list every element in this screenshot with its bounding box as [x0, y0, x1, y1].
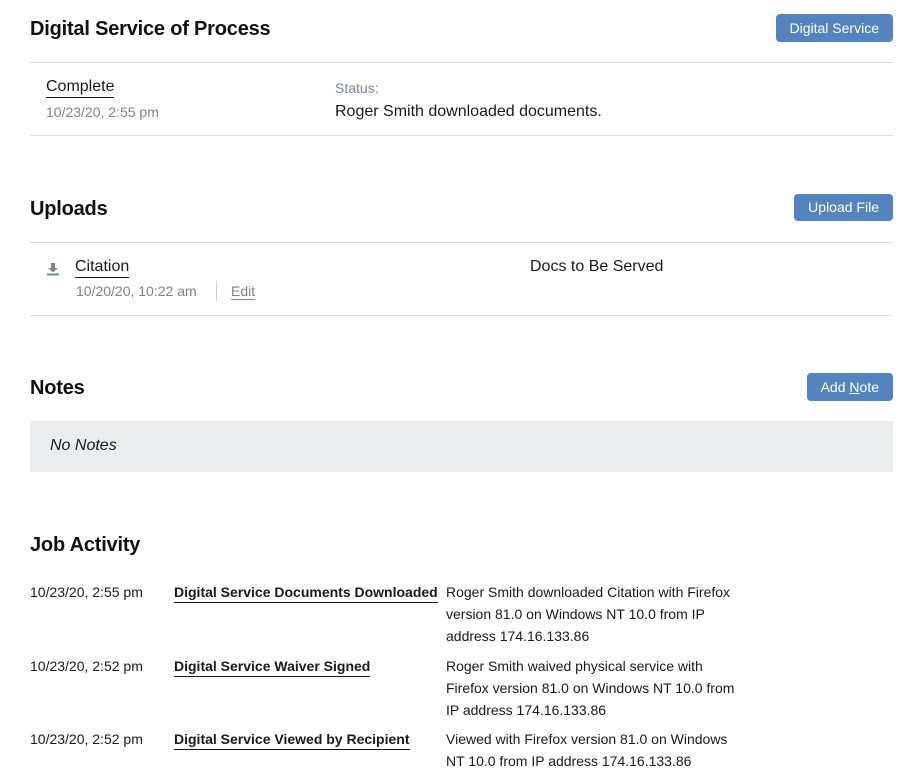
service-state-link[interactable]: Complete — [46, 78, 115, 98]
digital-service-button[interactable]: Digital Service — [775, 14, 893, 42]
add-note-label-suffix: ote — [859, 379, 879, 395]
notes-title: Notes — [30, 377, 85, 399]
job-activity-header: Job Activity — [30, 532, 893, 572]
upload-file-date: 10/20/20, 10:22 am — [76, 283, 197, 299]
vertical-divider — [216, 281, 217, 301]
divider — [30, 135, 893, 136]
notes-header: Notes Add Note — [30, 373, 893, 413]
job-activity-section: Job Activity 10/23/20, 2:55 pm Digital S… — [30, 532, 893, 769]
upload-file-type: Docs to Be Served — [530, 258, 664, 275]
digital-service-title: Digital Service of Process — [30, 18, 271, 40]
notes-empty-panel: No Notes — [30, 421, 893, 472]
uploads-header: Uploads Upload File — [30, 194, 893, 234]
uploads-title: Uploads — [30, 198, 108, 220]
activity-title-link[interactable]: Digital Service Viewed by Recipient — [174, 731, 410, 750]
status-label: Status: — [335, 80, 379, 96]
download-icon[interactable] — [46, 262, 60, 276]
activity-date: 10/23/20, 2:52 pm — [30, 731, 143, 747]
digital-service-section: Digital Service of Process Digital Servi… — [30, 14, 893, 136]
add-note-label-accesskey: N — [849, 379, 860, 395]
add-note-label-prefix: Add — [820, 379, 850, 395]
activity-date: 10/23/20, 2:55 pm — [30, 584, 143, 600]
status-value: Roger Smith downloaded documents. — [335, 103, 602, 120]
activity-title-link[interactable]: Digital Service Waiver Signed — [174, 658, 371, 677]
edit-upload-link[interactable]: Edit — [231, 283, 256, 300]
job-activity-title: Job Activity — [30, 534, 141, 556]
divider — [30, 242, 893, 243]
digital-service-header: Digital Service of Process Digital Servi… — [30, 14, 893, 54]
activity-description: Roger Smith waived physical service with… — [446, 658, 735, 718]
notes-section: Notes Add Note No Notes — [30, 373, 893, 472]
upload-file-link[interactable]: Citation — [75, 258, 130, 278]
uploads-section: Uploads Upload File Citation 10/20/20, 1… — [30, 194, 893, 316]
upload-file-button[interactable]: Upload File — [794, 194, 893, 221]
activity-description: Roger Smith downloaded Citation with Fir… — [446, 584, 731, 644]
service-state-date: 10/23/20, 2:55 pm — [46, 104, 159, 120]
activity-title-link[interactable]: Digital Service Documents Downloaded — [174, 584, 438, 603]
add-note-button[interactable]: Add Note — [806, 373, 893, 401]
no-notes-text: No Notes — [50, 437, 117, 454]
digital-service-status-row: Complete 10/23/20, 2:55 pm Status: Roger… — [30, 62, 893, 135]
activity-description: Viewed with Firefox version 81.0 on Wind… — [446, 731, 728, 769]
activity-date: 10/23/20, 2:52 pm — [30, 658, 143, 674]
divider — [30, 315, 893, 316]
